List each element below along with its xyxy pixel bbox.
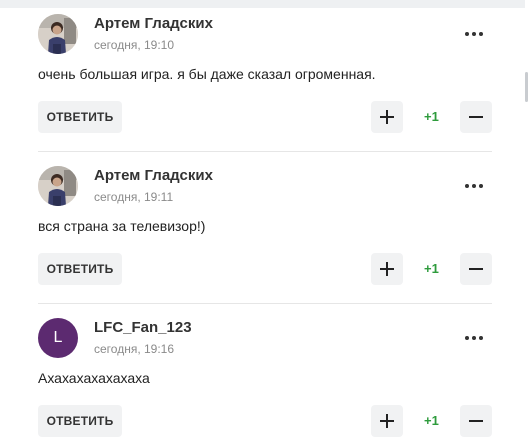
- more-dot: [479, 32, 483, 36]
- comment-time: сегодня, 19:16: [94, 342, 175, 356]
- more-dot: [472, 184, 476, 188]
- more-icon[interactable]: [462, 26, 486, 42]
- comment-author[interactable]: Артем Гладских: [94, 15, 213, 32]
- more-dot: [465, 32, 469, 36]
- vote-score: +1: [424, 261, 439, 276]
- more-icon[interactable]: [462, 330, 486, 346]
- reply-button[interactable]: ОТВЕТИТЬ: [38, 101, 122, 133]
- vote-score: +1: [424, 413, 439, 428]
- more-dot: [465, 336, 469, 340]
- minus-icon: [469, 116, 483, 118]
- plus-icon: [380, 262, 394, 276]
- author-avatar[interactable]: [38, 166, 78, 206]
- more-icon[interactable]: [462, 178, 486, 194]
- photo-avatar: [38, 166, 78, 206]
- photo-avatar: [38, 14, 78, 54]
- comment-text: вся страна за телевизор!): [38, 218, 206, 234]
- comment-item: L LFC_Fan_123 сегодня, 19:16 Ахахахахаха…: [38, 304, 492, 448]
- author-avatar[interactable]: [38, 14, 78, 54]
- more-dot: [465, 184, 469, 188]
- letter-avatar[interactable]: L: [38, 318, 78, 358]
- downvote-button[interactable]: [460, 101, 492, 133]
- plus-icon: [380, 414, 394, 428]
- comment-text: очень большая игра. я бы даже сказал огр…: [38, 66, 376, 82]
- downvote-button[interactable]: [460, 253, 492, 285]
- reply-button[interactable]: ОТВЕТИТЬ: [38, 253, 122, 285]
- comment-item: Артем Гладских сегодня, 19:11 вся страна…: [38, 152, 492, 304]
- upvote-button[interactable]: [371, 405, 403, 437]
- minus-icon: [469, 268, 483, 270]
- more-dot: [472, 336, 476, 340]
- comment-author[interactable]: LFC_Fan_123: [94, 319, 192, 336]
- comment-text: Ахахахахахахаха: [38, 370, 150, 386]
- downvote-button[interactable]: [460, 405, 492, 437]
- upvote-button[interactable]: [371, 101, 403, 133]
- plus-icon: [380, 110, 394, 124]
- comment-item: Артем Гладских сегодня, 19:10 очень боль…: [38, 0, 492, 152]
- more-dot: [479, 336, 483, 340]
- comment-time: сегодня, 19:10: [94, 38, 175, 52]
- upvote-button[interactable]: [371, 253, 403, 285]
- reply-button[interactable]: ОТВЕТИТЬ: [38, 405, 122, 437]
- minus-icon: [469, 420, 483, 422]
- more-dot: [472, 32, 476, 36]
- comment-author[interactable]: Артем Гладских: [94, 167, 213, 184]
- vote-score: +1: [424, 109, 439, 124]
- more-dot: [479, 184, 483, 188]
- comment-time: сегодня, 19:11: [94, 190, 174, 204]
